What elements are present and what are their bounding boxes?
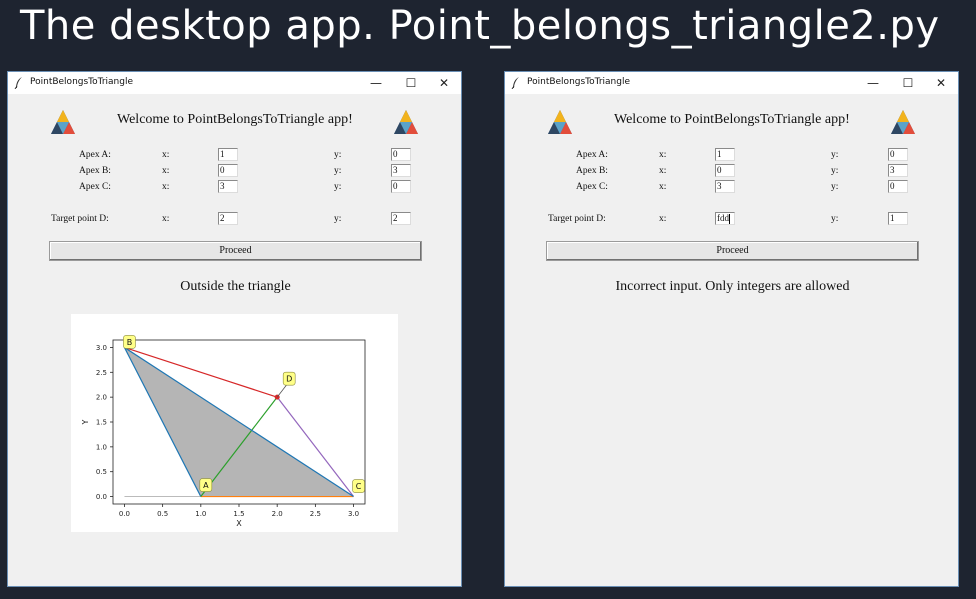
point-label-d: D: [286, 375, 292, 384]
apex-b-label: Apex B:: [576, 166, 608, 176]
apex-c-y-input[interactable]: 0: [888, 180, 908, 193]
y-tick-label: 3.0: [96, 344, 107, 352]
target-d-x-input[interactable]: fdd: [715, 212, 735, 225]
app-window-1: PointBelongsToTriangle — ☐ ✕ Welcome to …: [7, 71, 462, 587]
target-d-y-input[interactable]: 2: [391, 212, 411, 225]
apex-a-x-input[interactable]: 1: [715, 148, 735, 161]
target-d-x-input[interactable]: 2: [218, 212, 238, 225]
close-button[interactable]: ✕: [926, 73, 956, 93]
triangle-logo-icon: [51, 110, 75, 134]
welcome-heading: Welcome to PointBelongsToTriangle app!: [117, 112, 353, 127]
target-d-x-label: x:: [659, 214, 667, 224]
welcome-heading: Welcome to PointBelongsToTriangle app!: [614, 112, 850, 127]
text-cursor: [729, 213, 730, 224]
apex-c-y-input[interactable]: 0: [391, 180, 411, 193]
apex-b-y-input[interactable]: 3: [391, 164, 411, 177]
x-tick-label: 1.5: [233, 510, 244, 518]
apex-a-x-label: x:: [659, 150, 667, 160]
result-message: Outside the triangle: [180, 279, 291, 294]
target-d-y-input[interactable]: 1: [888, 212, 908, 225]
target-d-x-label: x:: [162, 214, 170, 224]
apex-a-y-label: y:: [334, 150, 342, 160]
apex-c-label: Apex C:: [576, 182, 608, 192]
apex-c-x-label: x:: [659, 182, 667, 192]
y-tick-label: 1.0: [96, 443, 107, 451]
maximize-button[interactable]: ☐: [396, 73, 426, 93]
triangle-logo-icon: [394, 110, 418, 134]
apex-c-x-input[interactable]: 3: [715, 180, 735, 193]
target-d-x-value: fdd: [717, 213, 729, 223]
apex-a-y-input[interactable]: 0: [888, 148, 908, 161]
apex-c-label: Apex C:: [79, 182, 111, 192]
window-titlebar[interactable]: PointBelongsToTriangle — ☐ ✕: [8, 72, 461, 94]
apex-c-y-label: y:: [334, 182, 342, 192]
apex-b-x-input[interactable]: 0: [218, 164, 238, 177]
triangle-plot: 0.0 0.5 1.0 1.5 2.0 2.5 3.0 0.0 0.5 1.0 1.5 2.0 2.5 3…: [71, 314, 398, 532]
apex-a-x-input[interactable]: 1: [218, 148, 238, 161]
minimize-button[interactable]: —: [858, 73, 888, 93]
apex-b-y-label: y:: [334, 166, 342, 176]
apex-b-label: Apex B:: [79, 166, 111, 176]
target-d-label: Target point D:: [51, 214, 109, 224]
apex-a-y-input[interactable]: 0: [391, 148, 411, 161]
x-tick-label: 0.0: [119, 510, 130, 518]
window-title: PointBelongsToTriangle: [30, 77, 133, 87]
apex-b-y-input[interactable]: 3: [888, 164, 908, 177]
apex-b-x-label: x:: [659, 166, 667, 176]
triangle-logo-icon: [891, 110, 915, 134]
apex-c-y-label: y:: [831, 182, 839, 192]
feather-icon: [511, 77, 519, 89]
point-label-b: B: [127, 338, 133, 347]
apex-a-y-label: y:: [831, 150, 839, 160]
point-label-a: A: [203, 481, 209, 490]
maximize-button[interactable]: ☐: [893, 73, 923, 93]
y-axis-label: Y: [81, 419, 90, 425]
x-tick-label: 2.5: [310, 510, 321, 518]
y-tick-label: 2.5: [96, 369, 107, 377]
apex-b-y-label: y:: [831, 166, 839, 176]
y-tick-label: 0.0: [96, 493, 107, 501]
y-tick-label: 0.5: [96, 468, 107, 476]
target-d-label: Target point D:: [548, 214, 606, 224]
proceed-button[interactable]: Proceed: [546, 241, 919, 261]
x-tick-label: 0.5: [157, 510, 168, 518]
triangle-plot-svg: 0.0 0.5 1.0 1.5 2.0 2.5 3.0 0.0 0.5 1.0 1.5 2.0 2.5 3…: [81, 335, 366, 528]
x-tick-label: 1.0: [195, 510, 206, 518]
x-axis-label: X: [236, 519, 242, 528]
minimize-button[interactable]: —: [361, 73, 391, 93]
feather-icon: [14, 77, 22, 89]
apex-a-x-label: x:: [162, 150, 170, 160]
apex-c-x-input[interactable]: 3: [218, 180, 238, 193]
close-button[interactable]: ✕: [429, 73, 459, 93]
proceed-button[interactable]: Proceed: [49, 241, 422, 261]
window-title: PointBelongsToTriangle: [527, 77, 630, 87]
app-window-2: PointBelongsToTriangle — ☐ ✕ Welcome to …: [504, 71, 959, 587]
y-tick-label: 1.5: [96, 419, 107, 427]
banner-title: The desktop app. Point_belongs_triangle2…: [20, 3, 940, 49]
triangle-logo-icon: [548, 110, 572, 134]
apex-b-x-input[interactable]: 0: [715, 164, 735, 177]
window-titlebar[interactable]: PointBelongsToTriangle — ☐ ✕: [505, 72, 958, 94]
target-d-y-label: y:: [831, 214, 839, 224]
x-tick-label: 3.0: [348, 510, 359, 518]
apex-a-label: Apex A:: [576, 150, 608, 160]
apex-b-x-label: x:: [162, 166, 170, 176]
y-tick-label: 2.0: [96, 394, 107, 402]
apex-c-x-label: x:: [162, 182, 170, 192]
x-tick-label: 2.0: [272, 510, 283, 518]
point-label-c: C: [356, 482, 362, 491]
apex-a-label: Apex A:: [79, 150, 111, 160]
result-message: Incorrect input. Only integers are allow…: [615, 279, 850, 294]
target-d-y-label: y:: [334, 214, 342, 224]
